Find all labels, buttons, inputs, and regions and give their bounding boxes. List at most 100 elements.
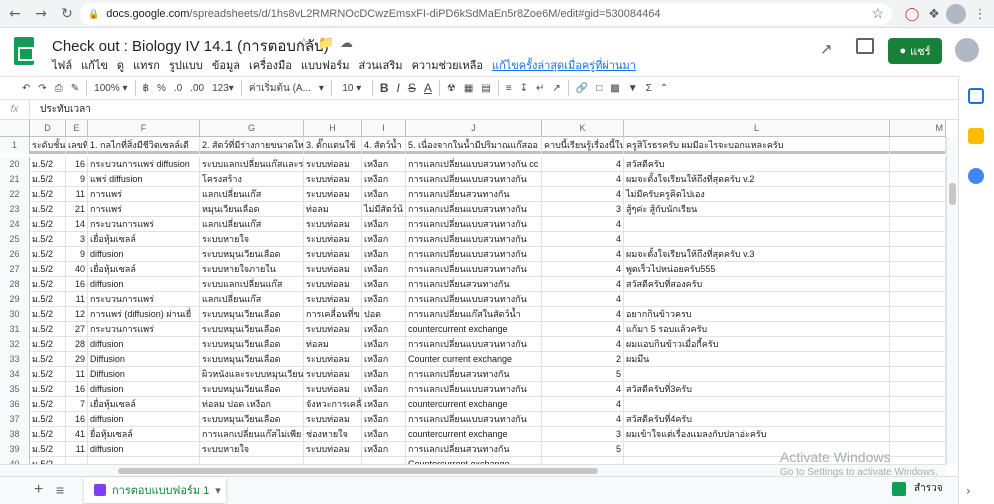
column-header-m[interactable]: M	[890, 120, 946, 137]
print-icon[interactable]: ⎙	[51, 78, 67, 98]
reload-icon[interactable]: ↻	[56, 3, 78, 25]
table-cell[interactable]: การแพร่	[88, 187, 200, 202]
row-header[interactable]: 37	[0, 412, 30, 427]
table-cell[interactable]	[890, 247, 946, 262]
table-cell[interactable]: 11	[66, 442, 88, 457]
table-cell[interactable]: สวัสดีครับที่3ครับ	[624, 382, 890, 397]
table-cell[interactable]: 7	[66, 397, 88, 412]
browser-menu-icon[interactable]: ⋮	[970, 4, 990, 24]
table-cell[interactable]: แลกเปลี่ยนแก๊ส	[200, 217, 304, 232]
table-cell[interactable]: 28	[66, 337, 88, 352]
sheet-tab-menu-icon[interactable]: ▾	[215, 484, 221, 497]
header-cell[interactable]	[890, 137, 946, 154]
menu-form[interactable]: แบบฟอร์ม	[301, 56, 350, 74]
table-cell[interactable]: สวัสดีครับ	[624, 157, 890, 172]
table-cell[interactable]	[890, 382, 946, 397]
row-header[interactable]: 38	[0, 427, 30, 442]
table-cell[interactable]: การแลกเปลี่ยนสวนทางกัน	[406, 442, 542, 457]
row-header[interactable]: 28	[0, 277, 30, 292]
vertical-scroll-thumb[interactable]	[949, 183, 956, 205]
table-cell[interactable]: เหงือก	[362, 217, 406, 232]
table-cell[interactable]: เหงือก	[362, 172, 406, 187]
table-cell[interactable]	[890, 277, 946, 292]
table-cell[interactable]: การแลกเปลี่ยนสวนทางกัน	[406, 187, 542, 202]
table-cell[interactable]: ระบบหมุนเวียนเลือด	[200, 352, 304, 367]
table-cell[interactable]: กระบวนการแพร่	[88, 322, 200, 337]
table-cell[interactable]	[624, 217, 890, 232]
table-cell[interactable]: 16	[66, 157, 88, 172]
menu-format[interactable]: รูปแบบ	[169, 56, 203, 74]
table-cell[interactable]	[542, 457, 624, 464]
table-cell[interactable]: ม.5/2	[30, 292, 66, 307]
table-cell[interactable]: การแลกเปลี่ยนแบบสวนทางกัน	[406, 382, 542, 397]
table-cell[interactable]	[890, 352, 946, 367]
table-cell[interactable]: เหงือก	[362, 412, 406, 427]
table-cell[interactable]: ระบบท่อลม	[304, 277, 362, 292]
borders-icon[interactable]: ▦	[460, 78, 477, 98]
table-cell[interactable]: diffusion	[88, 442, 200, 457]
table-cell[interactable]: เหงือก	[362, 367, 406, 382]
table-cell[interactable]: 4	[542, 277, 624, 292]
vertical-scrollbar[interactable]	[946, 137, 958, 464]
keep-icon[interactable]	[968, 128, 984, 144]
column-header-k[interactable]: K	[542, 120, 624, 137]
table-cell[interactable]: 3	[542, 427, 624, 442]
table-cell[interactable]: 2	[542, 352, 624, 367]
table-cell[interactable]: 9	[66, 172, 88, 187]
table-cell[interactable]: ม.5/2	[30, 322, 66, 337]
sheet-tab-active[interactable]: การตอบแบบฟอร์ม 1 ▾	[84, 477, 226, 503]
table-cell[interactable]	[624, 232, 890, 247]
opera-extension-icon[interactable]: ◯	[902, 4, 922, 24]
table-cell[interactable]: จังหวะการเคลื่	[304, 397, 362, 412]
table-cell[interactable]: Diffusion	[88, 352, 200, 367]
table-cell[interactable]: 4	[542, 262, 624, 277]
table-cell[interactable]: diffusion	[88, 247, 200, 262]
table-cell[interactable]: ระบบท่อลม	[304, 352, 362, 367]
table-cell[interactable]: การแลกเปลี่ยนแบบสวนทางกัน	[406, 217, 542, 232]
row-header[interactable]: 31	[0, 322, 30, 337]
table-cell[interactable]: เหงือก	[362, 187, 406, 202]
table-cell[interactable]: ระบบท่อลม	[304, 217, 362, 232]
table-cell[interactable]	[890, 157, 946, 172]
table-cell[interactable]: ม.5/2	[30, 172, 66, 187]
table-cell[interactable]: การแลกเปลี่ยนสวนทางกัน	[406, 367, 542, 382]
table-cell[interactable]: ระบบแลกเปลี่ยนแก๊สและร	[200, 157, 304, 172]
activity-trend-icon[interactable]: ↗	[820, 40, 833, 58]
table-cell[interactable]: เหงือก	[362, 262, 406, 277]
add-sheet-icon[interactable]: +	[34, 481, 43, 499]
table-cell[interactable]	[890, 187, 946, 202]
table-cell[interactable]: เหงือก	[362, 247, 406, 262]
table-cell[interactable]: ผมจะตั้งใจเรียนให้ถึงที่สุดครับ v.2	[624, 172, 890, 187]
table-cell[interactable]: การเคลื่อนที่ข	[304, 307, 362, 322]
table-cell[interactable]: 4	[542, 307, 624, 322]
table-cell[interactable]: ปอด	[362, 307, 406, 322]
table-cell[interactable]: การแลกเปลี่ยนแบบสวนทางกัน	[406, 337, 542, 352]
row-header[interactable]: 26	[0, 247, 30, 262]
table-cell[interactable]: ระบบท่อลม	[304, 367, 362, 382]
table-cell[interactable]: ม.5/2	[30, 427, 66, 442]
row-header[interactable]: 21	[0, 172, 30, 187]
table-cell[interactable]: diffusion	[88, 337, 200, 352]
table-cell[interactable]: การแลกเปลี่ยนสวนทางกัน	[406, 277, 542, 292]
table-cell[interactable]: ระบบหายใจภายใน	[200, 262, 304, 277]
header-cell[interactable]: คาบนี้เรียนรู้เรื่องนี้ใน	[542, 137, 624, 154]
table-cell[interactable]: Countercurrent exchange	[406, 457, 542, 464]
row-header[interactable]: 39	[0, 442, 30, 457]
table-cell[interactable]: เหงือก	[362, 277, 406, 292]
row-header[interactable]: 22	[0, 187, 30, 202]
move-folder-icon[interactable]: 📁	[318, 36, 334, 51]
header-cell[interactable]: เลขที่	[66, 137, 88, 154]
table-cell[interactable]: ระบบแลกเปลี่ยนแก๊ส	[200, 277, 304, 292]
table-cell[interactable]: ม.5/2	[30, 337, 66, 352]
table-cell[interactable]: การแลกเปลี่ยนแบบสวนทางกัน	[406, 172, 542, 187]
table-cell[interactable]: ระบบท่อลม	[304, 187, 362, 202]
text-rotate-icon[interactable]: ↗	[548, 78, 564, 98]
header-cell[interactable]: 4. สัตว์น้ำ	[362, 137, 406, 154]
table-cell[interactable]: ม.5/2	[30, 457, 66, 464]
back-icon[interactable]: ←	[4, 3, 26, 25]
italic-button[interactable]: I	[393, 78, 404, 98]
table-cell[interactable]: ไม่มีสัตว์น้	[362, 202, 406, 217]
table-cell[interactable]: ระบบท่อลม	[304, 232, 362, 247]
table-cell[interactable]: ระบบท่อลม	[304, 292, 362, 307]
table-cell[interactable]: 5	[542, 442, 624, 457]
